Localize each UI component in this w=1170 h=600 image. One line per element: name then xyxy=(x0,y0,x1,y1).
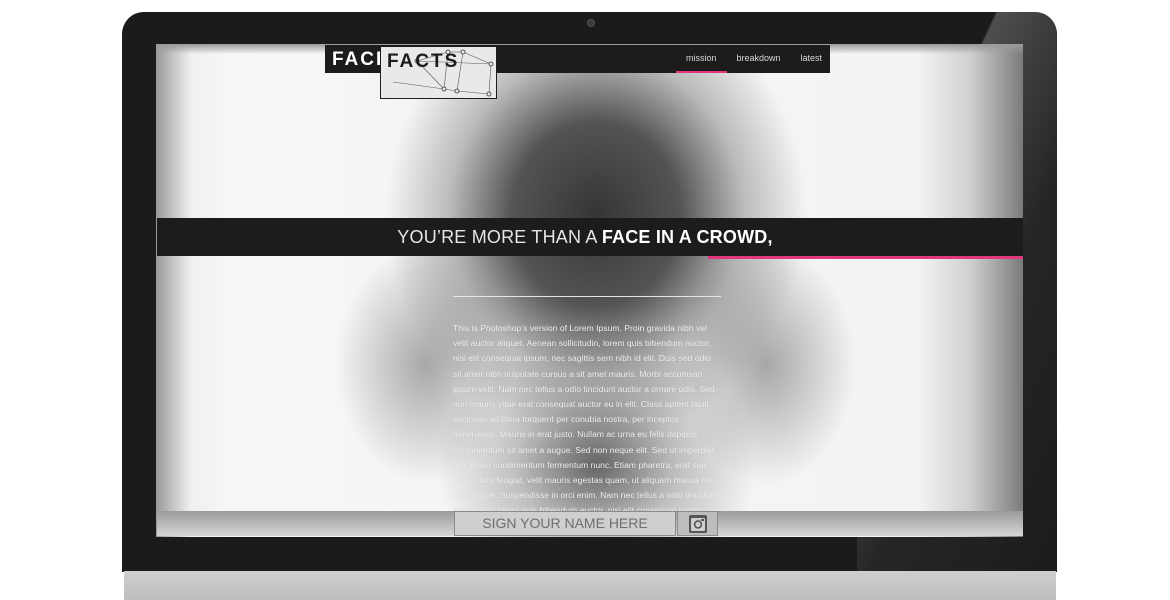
headline-banner: YOU’RE MORE THAN A FACE IN A CROWD, xyxy=(157,218,1023,256)
camera-button[interactable] xyxy=(677,511,718,536)
webcam-dot xyxy=(587,19,595,27)
logo-facts-text: FACTS xyxy=(387,51,460,72)
footer-bar: SIGN YOUR NAME HERE xyxy=(157,511,1023,536)
sign-name-input[interactable]: SIGN YOUR NAME HERE xyxy=(454,511,676,536)
logo[interactable]: FACTS xyxy=(380,46,497,99)
headline-light: YOU’RE MORE THAN A xyxy=(397,226,602,247)
nav-mission[interactable]: mission xyxy=(676,45,727,73)
body-paragraph: This is Photoshop’s version of Lorem Ips… xyxy=(453,323,720,515)
nav-latest[interactable]: latest xyxy=(791,45,833,71)
website-screen: FACE FACTS mission breakdown latest YOU’… xyxy=(156,44,1023,537)
headline: YOU’RE MORE THAN A FACE IN A CROWD, xyxy=(397,227,772,248)
nav-breakdown[interactable]: breakdown xyxy=(727,45,791,71)
nav-links: mission breakdown latest xyxy=(676,45,832,73)
camera-icon xyxy=(688,514,707,533)
headline-bold: FACE IN A CROWD, xyxy=(601,226,773,247)
divider xyxy=(453,296,721,297)
monitor-stand xyxy=(124,571,1056,600)
accent-underline xyxy=(708,256,1023,259)
